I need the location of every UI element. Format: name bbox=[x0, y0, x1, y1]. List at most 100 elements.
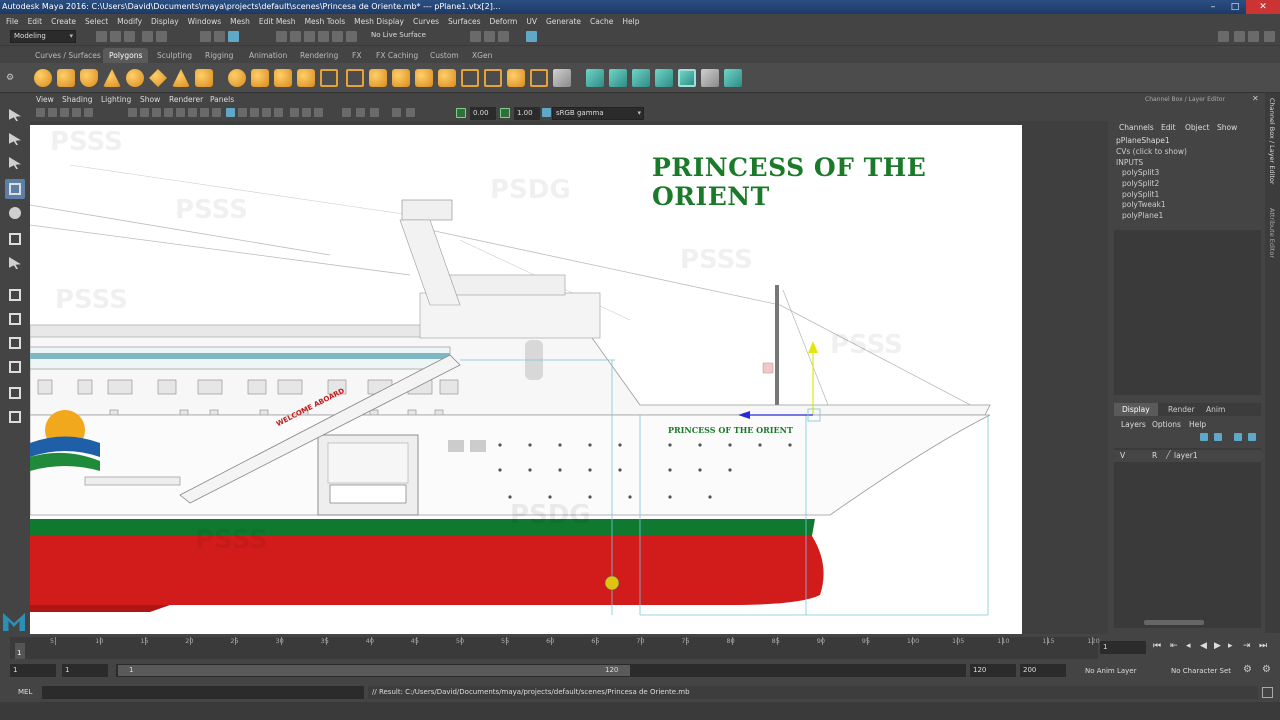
shadows-icon[interactable] bbox=[274, 108, 283, 117]
render-icon[interactable] bbox=[470, 31, 481, 42]
gamma-toggle-icon[interactable] bbox=[500, 108, 510, 118]
gamma-icon[interactable] bbox=[406, 108, 415, 117]
anim-layer-dropdown[interactable]: No Anim Layer bbox=[1085, 667, 1136, 675]
panel-menu-shading[interactable]: Shading bbox=[62, 95, 92, 104]
view-transform-dropdown[interactable]: sRGB gamma bbox=[552, 107, 644, 120]
smooth-icon[interactable] bbox=[297, 69, 315, 87]
last-tool-icon[interactable] bbox=[5, 253, 25, 273]
poly-sphere-icon[interactable] bbox=[34, 69, 52, 87]
checker-icon[interactable] bbox=[701, 69, 719, 87]
wireframe-on-shaded-icon[interactable] bbox=[238, 108, 247, 117]
anti-aliasing-icon[interactable] bbox=[302, 108, 311, 117]
menu-set-dropdown[interactable]: Modeling bbox=[10, 30, 76, 43]
xray-icon[interactable] bbox=[356, 108, 365, 117]
poly-plane-icon[interactable] bbox=[149, 69, 167, 87]
snap-point-icon[interactable] bbox=[304, 31, 315, 42]
use-all-lights-icon[interactable] bbox=[262, 108, 271, 117]
lasso-tool-icon[interactable] bbox=[5, 129, 25, 149]
quad-draw-icon[interactable] bbox=[507, 69, 525, 87]
layer-row[interactable]: V R ╱ layer1 bbox=[1114, 450, 1261, 462]
menu-windows[interactable]: Windows bbox=[188, 17, 221, 26]
wireframe-icon[interactable] bbox=[212, 108, 221, 117]
boolean-icon[interactable] bbox=[320, 69, 338, 87]
panel-menu-show[interactable]: Show bbox=[140, 95, 160, 104]
paint-select-icon[interactable] bbox=[5, 153, 25, 173]
layer-visibility-toggle[interactable]: V bbox=[1120, 451, 1125, 460]
panel-menu-renderer[interactable]: Renderer bbox=[169, 95, 203, 104]
smooth-shade-icon[interactable] bbox=[226, 108, 235, 117]
depth-of-field-icon[interactable] bbox=[314, 108, 323, 117]
play-forward-icon[interactable]: ▶ bbox=[1214, 641, 1221, 651]
snap-surface-icon[interactable] bbox=[332, 31, 343, 42]
panel-menu-panels[interactable]: Panels bbox=[210, 95, 234, 104]
single-perspective-layout-icon[interactable] bbox=[5, 285, 25, 305]
bookmarks-icon[interactable] bbox=[48, 108, 57, 117]
color-management-icon[interactable] bbox=[542, 108, 551, 117]
options-menu[interactable]: Options bbox=[1152, 420, 1181, 429]
field-chart-icon[interactable] bbox=[176, 108, 185, 117]
menu-cache[interactable]: Cache bbox=[590, 17, 613, 26]
shelf-tab-rendering[interactable]: Rendering bbox=[294, 48, 344, 63]
input-node[interactable]: polyPlane1 bbox=[1122, 211, 1163, 220]
menu-create[interactable]: Create bbox=[51, 17, 76, 26]
target-weld-icon[interactable] bbox=[484, 69, 502, 87]
layer-render-toggle[interactable]: R bbox=[1152, 451, 1157, 460]
shelf-tab-fx[interactable]: FX bbox=[346, 48, 367, 63]
help-menu[interactable]: Help bbox=[1189, 420, 1206, 429]
mirror-icon[interactable] bbox=[274, 69, 292, 87]
select-component-icon[interactable] bbox=[228, 31, 239, 42]
separate-icon[interactable] bbox=[251, 69, 269, 87]
ipr-render-icon[interactable] bbox=[484, 31, 495, 42]
ambient-occlusion-icon[interactable] bbox=[290, 108, 299, 117]
shelf-tab-custom[interactable]: Custom bbox=[424, 48, 465, 63]
maximize-button[interactable]: □ bbox=[1224, 0, 1246, 14]
layers-menu[interactable]: Layers bbox=[1121, 420, 1146, 429]
menu-help[interactable]: Help bbox=[622, 17, 639, 26]
hypershade-icon[interactable] bbox=[526, 31, 537, 42]
uv-transfer-icon[interactable] bbox=[724, 69, 742, 87]
menu-surfaces[interactable]: Surfaces bbox=[448, 17, 480, 26]
poly-cylinder-icon[interactable] bbox=[80, 69, 98, 87]
layer-tab-render[interactable]: Render bbox=[1168, 403, 1195, 416]
move-tool-icon[interactable] bbox=[5, 179, 25, 199]
persp-graph-layout-icon[interactable] bbox=[5, 357, 25, 377]
select-tool-icon[interactable] bbox=[5, 105, 25, 125]
time-slider[interactable]: 1 5 10 15 20 25 30 35 40 45 50 55 60 65 70 75 80 85 90 95 1… bbox=[0, 634, 1280, 660]
script-language-toggle[interactable]: MEL bbox=[18, 688, 32, 696]
layer-color-icon[interactable]: ╱ bbox=[1166, 450, 1171, 459]
current-frame-field[interactable]: 1 bbox=[1100, 641, 1146, 654]
select-hierarchy-icon[interactable] bbox=[200, 31, 211, 42]
combine-icon[interactable] bbox=[228, 69, 246, 87]
input-node[interactable]: polySplit3 bbox=[1122, 168, 1159, 177]
outliner-layout-icon[interactable] bbox=[5, 407, 25, 427]
make-live-icon[interactable] bbox=[346, 31, 357, 42]
two-d-pan-zoom-icon[interactable] bbox=[72, 108, 81, 117]
animation-end-field[interactable]: 200 bbox=[1020, 664, 1066, 677]
toggle-tool-settings-icon[interactable] bbox=[1264, 31, 1275, 42]
shelf-tab-polygons[interactable]: Polygons bbox=[103, 48, 149, 63]
exposure-icon[interactable] bbox=[456, 108, 466, 118]
menu-curves[interactable]: Curves bbox=[413, 17, 439, 26]
camera-attributes-icon[interactable] bbox=[36, 108, 45, 117]
menu-edit-mesh[interactable]: Edit Mesh bbox=[259, 17, 296, 26]
step-forward-key-icon[interactable]: ⇥ bbox=[1243, 641, 1251, 651]
merge-icon[interactable] bbox=[415, 69, 433, 87]
layer-tab-anim[interactable]: Anim bbox=[1206, 403, 1225, 416]
step-forward-frame-icon[interactable]: ▸ bbox=[1228, 641, 1233, 651]
menu-display[interactable]: Display bbox=[151, 17, 179, 26]
bridge-icon[interactable] bbox=[369, 69, 387, 87]
persp-outliner-layout-icon[interactable] bbox=[5, 333, 25, 353]
snap-grid-icon[interactable] bbox=[276, 31, 287, 42]
grid-icon[interactable] bbox=[128, 108, 137, 117]
menu-uv[interactable]: UV bbox=[526, 17, 537, 26]
menu-select[interactable]: Select bbox=[85, 17, 108, 26]
workspace-icon[interactable] bbox=[1218, 31, 1229, 42]
undo-icon[interactable] bbox=[142, 31, 153, 42]
toggle-attribute-editor-icon[interactable] bbox=[1248, 31, 1259, 42]
new-layer-selected-icon[interactable] bbox=[1248, 433, 1256, 441]
script-editor-icon[interactable] bbox=[1262, 687, 1273, 698]
menu-file[interactable]: File bbox=[6, 17, 19, 26]
layer-scrollbar[interactable] bbox=[1144, 620, 1204, 625]
edit-menu[interactable]: Edit bbox=[1161, 123, 1176, 132]
safe-title-icon[interactable] bbox=[200, 108, 209, 117]
